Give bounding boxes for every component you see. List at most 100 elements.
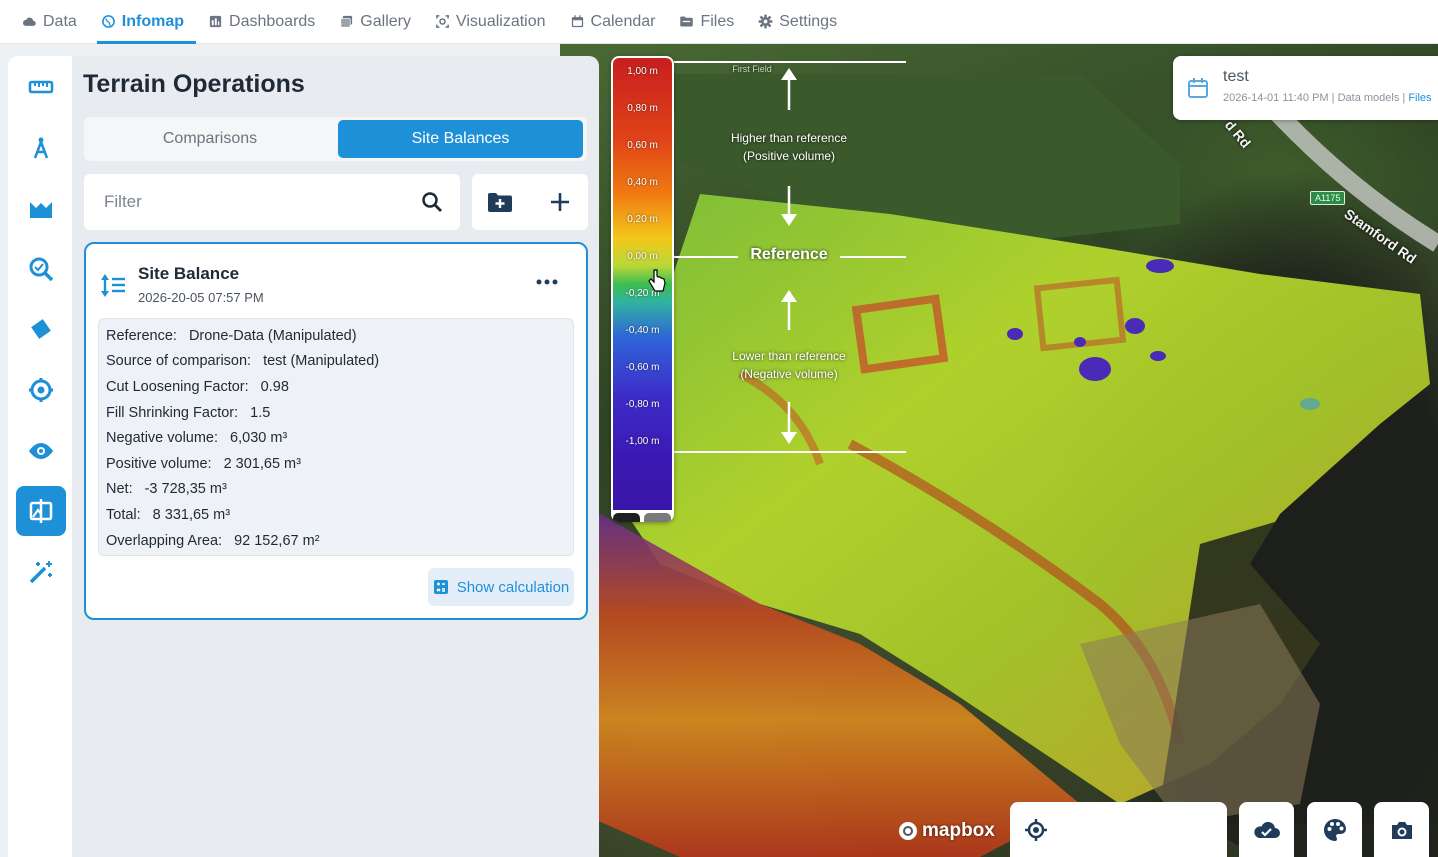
depression-spot bbox=[1079, 357, 1111, 381]
nav-item-gallery[interactable]: Gallery bbox=[327, 0, 423, 44]
rail-button-magic[interactable] bbox=[16, 547, 66, 597]
detail-value: 0.98 bbox=[260, 378, 289, 395]
nav-item-calendar[interactable]: Calendar bbox=[558, 0, 668, 44]
dataset-title: test bbox=[1223, 68, 1249, 85]
cloud-sync-button[interactable] bbox=[1239, 802, 1294, 857]
mapbox-icon bbox=[899, 822, 917, 840]
nav-item-files[interactable]: Files bbox=[667, 0, 746, 44]
nav-label: Infomap bbox=[121, 12, 185, 30]
locate-control[interactable] bbox=[1010, 802, 1227, 857]
legend-tick: -1,00 m bbox=[625, 436, 660, 447]
swatch-dark[interactable] bbox=[613, 513, 640, 522]
calendar-icon bbox=[1188, 78, 1208, 98]
files-link[interactable]: Files bbox=[1408, 92, 1431, 104]
detail-key: Overlapping Area: bbox=[106, 532, 223, 549]
location-target-icon bbox=[29, 378, 53, 402]
depression-spot bbox=[1300, 398, 1320, 410]
rail-button-compare[interactable] bbox=[16, 486, 66, 536]
dataset-timestamp: 2026-14-01 11:40 PM bbox=[1223, 92, 1329, 104]
tab-comparisons[interactable]: Comparisons bbox=[88, 120, 332, 158]
terrain-operations-panel: Terrain Operations Comparisons Site Bala… bbox=[72, 56, 599, 857]
more-options-icon[interactable] bbox=[534, 274, 560, 290]
detail-key: Fill Shrinking Factor: bbox=[106, 404, 239, 421]
depression-spot bbox=[1150, 351, 1166, 361]
data-models-link[interactable]: Data models bbox=[1338, 92, 1400, 104]
camera-icon bbox=[1391, 821, 1412, 839]
detail-key: Reference: bbox=[106, 327, 177, 344]
rail-button-visibility[interactable] bbox=[16, 426, 66, 476]
gallery-icon bbox=[340, 15, 353, 28]
add-button[interactable] bbox=[543, 186, 577, 218]
nav-item-data[interactable]: Data bbox=[10, 0, 89, 44]
compare-icon bbox=[29, 499, 53, 523]
rail-button-terrain[interactable] bbox=[16, 183, 66, 233]
tool-rail bbox=[8, 56, 72, 857]
detail-row: Reference: Drone-Data (Manipulated) bbox=[106, 323, 573, 349]
nav-label: Calendar bbox=[590, 12, 656, 30]
cursor-icon bbox=[648, 269, 666, 292]
nav-label: Files bbox=[700, 12, 735, 30]
legend-tick: 0,20 m bbox=[627, 214, 658, 225]
dataset-meta: 2026-14-01 11:40 PM | Data models | File… bbox=[1223, 92, 1432, 104]
rail-button-measure[interactable] bbox=[16, 62, 66, 112]
folder-icon bbox=[680, 16, 694, 27]
rail-button-compass[interactable] bbox=[16, 123, 66, 173]
legend-tick: 0,60 m bbox=[627, 140, 658, 151]
annotation-higher: Higher than reference (Positive volume) bbox=[712, 129, 866, 165]
cloud-icon bbox=[22, 17, 36, 26]
search-icon[interactable] bbox=[420, 190, 444, 214]
legend-tick: -0,80 m bbox=[625, 399, 660, 410]
detail-row: Total: 8 331,65 m³ bbox=[106, 502, 573, 528]
rail-button-search-map[interactable] bbox=[16, 244, 66, 294]
dashboard-icon bbox=[209, 15, 222, 28]
filter-input[interactable] bbox=[84, 174, 414, 230]
nav-item-dashboards[interactable]: Dashboards bbox=[196, 0, 327, 44]
detail-value: 6,030 m³ bbox=[230, 430, 288, 447]
detail-value: 2 301,65 m³ bbox=[223, 455, 301, 472]
compass-icon bbox=[33, 137, 49, 159]
legend-tick: 0,80 m bbox=[627, 103, 658, 114]
show-calculation-button[interactable]: Show calculation bbox=[428, 568, 574, 606]
crosshair-icon[interactable] bbox=[1024, 818, 1048, 842]
nav-item-settings[interactable]: Settings bbox=[746, 0, 849, 44]
filter-box bbox=[84, 174, 460, 230]
nav-item-infomap[interactable]: Infomap bbox=[89, 0, 197, 44]
gear-icon bbox=[758, 14, 773, 29]
nav-item-visualization[interactable]: Visualization bbox=[423, 0, 558, 44]
card-date: 2026-20-05 07:57 PM bbox=[138, 290, 264, 305]
nav-label: Data bbox=[43, 12, 77, 30]
annotation-lower-line2: (Negative volume) bbox=[740, 367, 838, 381]
annotation-top-line bbox=[674, 61, 906, 63]
detail-key: Cut Loosening Factor: bbox=[106, 378, 249, 395]
screenshot-button[interactable] bbox=[1374, 802, 1429, 857]
detail-key: Positive volume: bbox=[106, 455, 212, 472]
tab-site-balances[interactable]: Site Balances bbox=[338, 120, 583, 158]
filter-actions bbox=[472, 174, 588, 230]
annotation-higher-line2: (Positive volume) bbox=[742, 149, 836, 163]
dataset-info-card[interactable]: test 2026-14-01 11:40 PM | Data models |… bbox=[1173, 56, 1438, 120]
legend-tick: -0,40 m bbox=[625, 325, 660, 336]
detail-value: -3 728,35 m³ bbox=[144, 481, 227, 498]
detail-row: Source of comparison: test (Manipulated) bbox=[106, 349, 573, 375]
panel-title: Terrain Operations bbox=[83, 70, 305, 98]
detail-row: Cut Loosening Factor: 0.98 bbox=[106, 374, 573, 400]
calendar-icon bbox=[571, 15, 583, 28]
detail-key: Source of comparison: bbox=[106, 353, 252, 370]
detail-value: 8 331,65 m³ bbox=[152, 506, 231, 523]
legend-tick: 0,00 m bbox=[627, 251, 658, 262]
annotation-reference: Reference bbox=[750, 246, 828, 263]
add-folder-button[interactable] bbox=[483, 186, 517, 218]
swatch-gray[interactable] bbox=[644, 513, 671, 522]
rail-button-tag[interactable] bbox=[16, 304, 66, 354]
annotation-higher-line1: Higher than reference bbox=[730, 131, 848, 145]
road-badge: A1175 bbox=[1310, 191, 1346, 205]
site-balance-card[interactable]: Site Balance 2026-20-05 07:57 PM Referen… bbox=[84, 242, 588, 620]
palette-button[interactable] bbox=[1307, 802, 1362, 857]
panel-tabs: Comparisons Site Balances bbox=[84, 117, 587, 161]
plus-icon bbox=[551, 193, 569, 211]
nav-label: Settings bbox=[779, 12, 838, 30]
palette-icon bbox=[1323, 818, 1346, 841]
depression-spot bbox=[1125, 318, 1145, 334]
rail-button-location[interactable] bbox=[16, 365, 66, 415]
folder-add-icon bbox=[488, 193, 512, 212]
